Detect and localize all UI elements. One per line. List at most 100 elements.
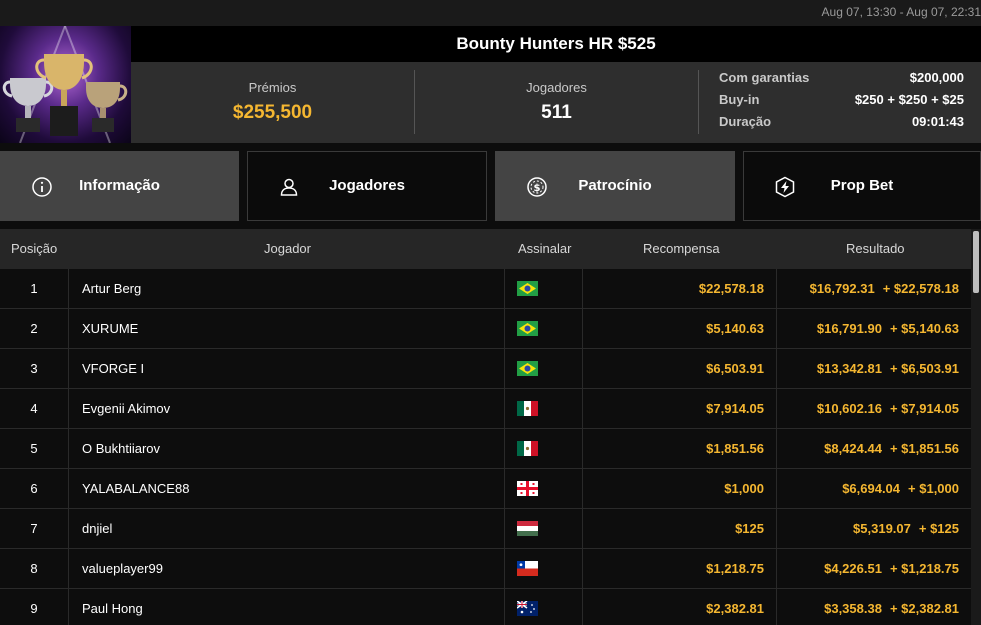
row-result: $4,226.51 + $1,218.75 [777, 549, 971, 589]
table-row[interactable]: 8 valueplayer99 $1,218.75 $4,226.51 + $1,218… [0, 549, 971, 589]
divider [698, 70, 699, 134]
tournament-title: Bounty Hunters HR $525 [456, 34, 656, 53]
players-stat: Jogadores 511 [415, 62, 698, 143]
row-flag-cell [504, 549, 583, 589]
scrollbar[interactable] [971, 229, 981, 625]
row-position: 8 [0, 549, 69, 589]
result-plus: + $5,140.63 [889, 321, 959, 336]
detail-value: $250 + $250 + $25 [854, 92, 964, 107]
row-result: $3,358.38 + $2,382.81 [777, 589, 971, 625]
row-flag-cell [504, 389, 583, 429]
scrollbar-thumb[interactable] [973, 231, 979, 293]
detail-label: Com garantias [719, 70, 810, 85]
table-row[interactable]: 4 Evgenii Akimov $7,914.05 $10,602.16 + $7,9… [0, 389, 971, 429]
row-result: $10,602.16 + $7,914.05 [777, 389, 971, 429]
row-flag-cell [504, 589, 583, 625]
result-value: $10,602.16 [816, 401, 882, 416]
result-plus: + $1,218.75 [889, 561, 959, 576]
header-position: Posição [11, 241, 58, 256]
country-flag-icon [517, 601, 538, 616]
prizes-value: $255,500 [232, 102, 313, 123]
header-player: Jogador [264, 241, 311, 256]
detail-value: $200,000 [909, 70, 964, 85]
prizes-stat: Prémios $255,500 [131, 62, 414, 143]
row-player-name: YALABALANCE88 [82, 481, 190, 496]
tournament-stats: Prémios $255,500 Jogadores 511 Com garan… [131, 62, 981, 143]
result-plus: + $125 [918, 521, 959, 536]
row-result: $13,342.81 + $6,503.91 [777, 349, 971, 389]
row-player-name: valueplayer99 [82, 561, 163, 576]
row-player-name: Artur Berg [82, 281, 142, 296]
tab-label: Informação [79, 177, 160, 194]
result-value: $8,424.44 [824, 441, 882, 456]
trophies-image [0, 26, 131, 143]
table-row[interactable]: 5 O Bukhtiiarov $1,851.56 $8,424.44 + $1,851… [0, 429, 971, 469]
header-reward: Recompensa [643, 241, 720, 256]
row-result: $5,319.07 + $125 [777, 509, 971, 549]
row-flag-cell [504, 429, 583, 469]
row-position: 6 [0, 469, 69, 509]
tournament-details: Com garantias $200,000 Buy-in $250 + $25… [719, 70, 964, 136]
duration-row: Duração 09:01:43 [719, 114, 964, 136]
result-value: $3,358.38 [824, 601, 882, 616]
result-plus: + $6,503.91 [889, 361, 959, 376]
row-player-name: O Bukhtiiarov [82, 441, 161, 456]
table-row[interactable]: 2 XURUME $5,140.63 $16,791.90 + $5,140.63 [0, 309, 971, 349]
row-result: $16,791.90 + $5,140.63 [777, 309, 971, 349]
row-player-name: Paul Hong [82, 601, 143, 616]
result-plus: + $1,851.56 [889, 441, 959, 456]
players-value: 511 [541, 102, 572, 123]
result-plus: + $7,914.05 [889, 401, 959, 416]
detail-label: Duração [719, 114, 772, 129]
row-reward: $6,503.91 [583, 349, 777, 389]
table-row[interactable]: 9 Paul Hong $2,382.81 $3,358.38 + $2,382.81 [0, 589, 971, 625]
row-reward: $22,578.18 [583, 269, 777, 309]
result-plus: + $22,578.18 [882, 281, 959, 296]
tab-label: Prop Bet [830, 177, 894, 194]
table-row[interactable]: 3 VFORGE I $6,503.91 $13,342.81 + $6,503.91 [0, 349, 971, 389]
country-flag-icon [517, 481, 538, 496]
row-player-name: VFORGE I [82, 361, 145, 376]
row-player-name: dnjiel [82, 521, 113, 536]
table-row[interactable]: 1 Artur Berg $22,578.18 $16,792.31 + $22,578… [0, 269, 971, 309]
leaderboard-table: 1 Artur Berg $22,578.18 $16,792.31 + $22,578… [0, 269, 971, 625]
row-position: 5 [0, 429, 69, 469]
row-position: 2 [0, 309, 69, 349]
buyin-row: Buy-in $250 + $250 + $25 [719, 92, 964, 114]
result-value: $6,694.04 [842, 481, 901, 496]
header-flag: Assinalar [518, 241, 572, 256]
players-label: Jogadores [526, 80, 587, 95]
row-result: $6,694.04 + $1,000 [777, 469, 971, 509]
result-value: $16,791.90 [816, 321, 882, 336]
tab-prop-bet[interactable]: Prop Bet [743, 151, 981, 221]
row-reward: $1,218.75 [583, 549, 777, 589]
tab-bar: Informação Jogadores $ Patrocínio Prop B… [0, 151, 981, 221]
country-flag-icon [517, 361, 538, 376]
row-result: $16,792.31 + $22,578.18 [777, 269, 971, 309]
country-flag-icon [517, 281, 538, 296]
country-flag-icon [517, 321, 538, 336]
result-plus: + $1,000 [908, 481, 959, 496]
detail-value: 09:01:43 [911, 114, 964, 129]
row-position: 1 [0, 269, 69, 309]
country-flag-icon [517, 401, 538, 416]
table-row[interactable]: 7 dnjiel $125 $5,319.07 + $125 [0, 509, 971, 549]
top-bar: Aug 07, 13:30 - Aug 07, 22:31 [0, 0, 981, 26]
guarantee-row: Com garantias $200,000 [719, 70, 964, 92]
row-reward: $2,382.81 [583, 589, 777, 625]
row-flag-cell [504, 469, 583, 509]
table-row[interactable]: 6 YALABALANCE88 $1,000 $6,694.04 + $1,000 [0, 469, 971, 509]
row-result: $8,424.44 + $1,851.56 [777, 429, 971, 469]
row-position: 3 [0, 349, 69, 389]
tab-players[interactable]: Jogadores [247, 151, 487, 221]
prizes-label: Prémios [248, 80, 297, 95]
result-value: $13,342.81 [816, 361, 882, 376]
row-reward: $5,140.63 [583, 309, 777, 349]
tab-information[interactable]: Informação [0, 151, 239, 221]
tab-sponsorship[interactable]: $ Patrocínio [495, 151, 735, 221]
tournament-header: Bounty Hunters HR $525 Prémios $255,500 … [0, 26, 981, 143]
row-position: 4 [0, 389, 69, 429]
row-flag-cell [504, 349, 583, 389]
row-reward: $1,000 [583, 469, 777, 509]
row-reward: $1,851.56 [583, 429, 777, 469]
